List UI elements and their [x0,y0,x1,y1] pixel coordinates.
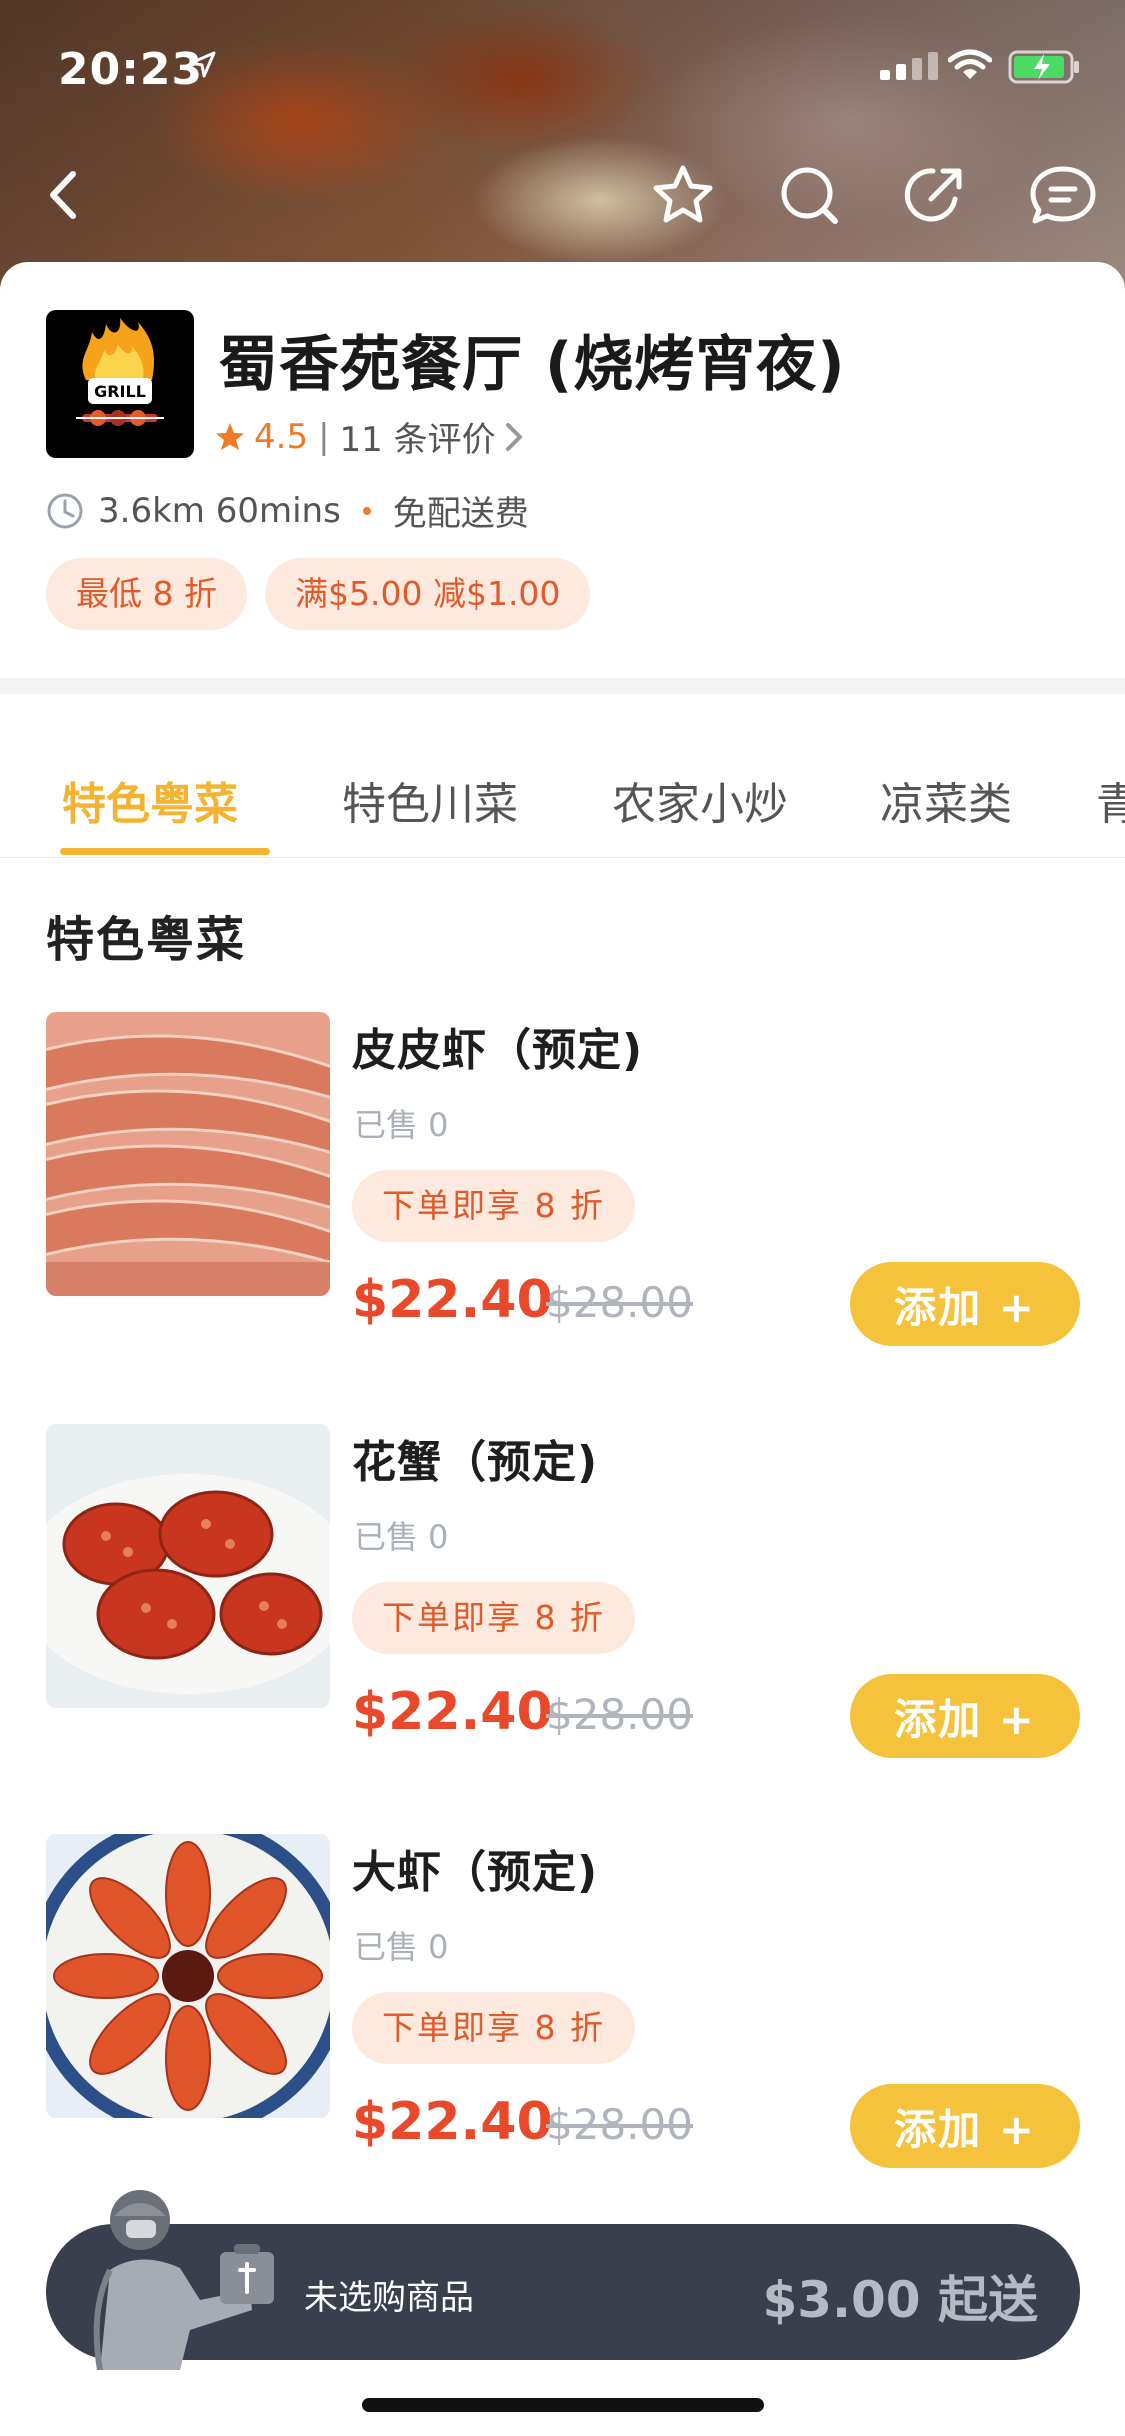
item-sold-count: 已售 0 [354,1928,449,1966]
active-tab-indicator [60,848,270,855]
message-button[interactable] [1028,160,1098,230]
item-price: $22.40 [352,2092,553,2152]
restaurant-name: 蜀香苑餐厅 (烧烤宵夜) [218,330,846,400]
item-original-price: $28.00 [546,2100,693,2149]
header-toolbar [0,160,1125,240]
promo-tag: 满$5.00 减$1.00 [264,558,591,630]
delivery-info: 3.6km 60mins 免配送费 [46,486,529,535]
item-promo: 下单即享 8 折 [352,1582,635,1654]
item-name: 大虾（预定) [352,1847,599,1898]
item-sold-count: 已售 0 [354,1106,449,1144]
section-title: 特色粤菜 [46,912,247,968]
add-button[interactable]: 添加 + [850,1262,1080,1346]
home-indicator [362,2398,764,2412]
delivery-fee: 免配送费 [392,494,529,534]
courier-icon [93,2190,274,2370]
item-name: 皮皮虾（预定) [352,1025,644,1076]
tab-cold-dishes[interactable]: 凉菜类 [880,768,1012,832]
category-tabs: 特色粤菜 特色川菜 农家小炒 凉菜类 青 [0,762,1125,858]
back-icon [50,171,76,219]
rating-score: 4.5 [254,416,309,457]
item-promo: 下单即享 8 折 [352,1170,635,1242]
item-original-price: $28.00 [546,1278,693,1327]
search-icon [781,167,838,224]
wifi-icon [948,49,992,79]
share-button[interactable] [900,160,970,230]
tab-sichuan[interactable]: 特色川菜 [342,768,518,832]
info-dot [362,506,371,515]
item-photo-mantis-shrimp[interactable] [46,1012,330,1296]
back-button[interactable] [28,160,98,230]
item-promo: 下单即享 8 折 [352,1992,635,2064]
favorite-button[interactable] [648,160,718,230]
message-icon [1030,166,1096,224]
status-time: 20:23 [58,44,204,95]
item-sold-count: 已售 0 [354,1518,449,1556]
status-bar: 20:23 [0,0,1125,132]
item-photo-prawns[interactable] [46,1834,330,2118]
tab-more[interactable]: 青 [1096,768,1125,832]
logo-text: GRILL [94,382,146,401]
menu-item[interactable]: 大虾（预定) 已售 0 下单即享 8 折 $22.40 $28.00 添加 + [0,1834,1125,2168]
item-name: 花蟹（预定) [352,1437,599,1488]
review-count: 11 条评价 [339,420,496,460]
battery-charging-icon [1008,50,1079,84]
menu-item[interactable]: 皮皮虾（预定) 已售 0 下单即享 8 折 $22.40 $28.00 添加 + [0,1012,1125,1346]
tab-cantonese[interactable]: 特色粤菜 [62,768,238,832]
add-button[interactable]: 添加 + [850,2084,1080,2168]
rating-row[interactable]: 4.5 | 11 条评价 [214,412,524,461]
min-order-amount: $3.00 起送 [762,2271,1038,2329]
distance-time: 3.6km 60mins [98,490,341,531]
share-icon [904,168,962,222]
cellular-signal-icon [880,52,938,80]
clock-icon [47,493,83,528]
item-photo-crab[interactable] [46,1424,330,1708]
star-icon [653,165,713,223]
add-button[interactable]: 添加 + [850,1674,1080,1758]
search-button[interactable] [774,160,844,230]
section-divider [0,678,1125,694]
item-price: $22.40 [352,1682,553,1742]
menu-item[interactable]: 花蟹（预定) 已售 0 下单即享 8 折 $22.40 $28.00 添加 + [0,1424,1125,1758]
tab-home-stirfry[interactable]: 农家小炒 [612,768,788,832]
item-original-price: $28.00 [546,1690,693,1739]
location-arrow-icon [189,51,216,78]
item-price: $22.40 [352,1270,553,1330]
grill-logo-image: GRILL [46,310,194,458]
rating-separator: | [318,416,330,457]
promo-tags: 最低 8 折 满$5.00 减$1.00 [46,558,591,630]
chevron-right-icon [505,422,522,451]
rating-star-icon [216,422,244,450]
promo-tag: 最低 8 折 [46,558,247,630]
cart-empty-text: 未选购商品 [304,2278,474,2318]
restaurant-logo: GRILL [46,310,194,458]
